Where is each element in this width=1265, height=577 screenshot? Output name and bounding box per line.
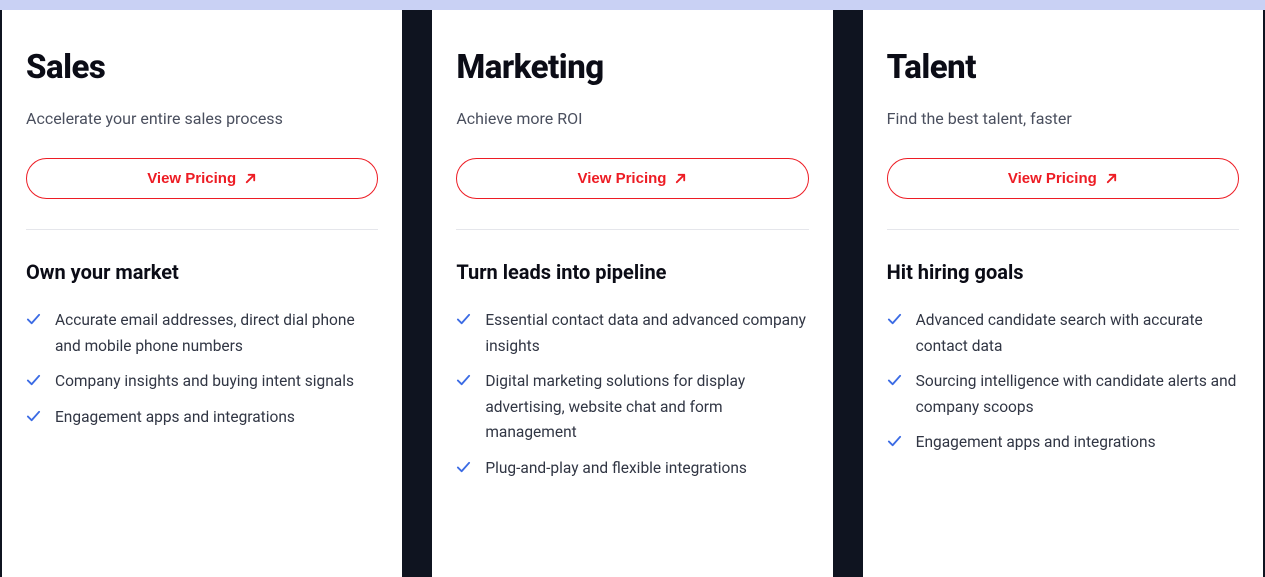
arrow-up-right-icon: [244, 172, 257, 185]
check-icon: [26, 373, 41, 388]
feature-text: Company insights and buying intent signa…: [55, 369, 354, 395]
list-item: Engagement apps and integrations: [887, 430, 1239, 456]
check-icon: [26, 409, 41, 424]
cards-row: Sales Accelerate your entire sales proce…: [0, 10, 1265, 577]
feature-text: Sourcing intelligence with candidate ale…: [916, 369, 1239, 420]
card-sales: Sales Accelerate your entire sales proce…: [2, 10, 402, 577]
arrow-up-right-icon: [1105, 172, 1118, 185]
feature-text: Engagement apps and integrations: [916, 430, 1156, 456]
list-item: Digital marketing solutions for display …: [456, 369, 808, 446]
list-item: Plug-and-play and flexible integrations: [456, 456, 808, 482]
arrow-up-right-icon: [674, 172, 687, 185]
check-icon: [456, 460, 471, 475]
card-marketing: Marketing Achieve more ROI View Pricing …: [432, 10, 832, 577]
list-item: Company insights and buying intent signa…: [26, 369, 378, 395]
feature-text: Advanced candidate search with accurate …: [916, 308, 1239, 359]
section-title: Turn leads into pipeline: [456, 260, 808, 284]
list-item: Accurate email addresses, direct dial ph…: [26, 308, 378, 359]
list-item: Advanced candidate search with accurate …: [887, 308, 1239, 359]
list-item: Essential contact data and advanced comp…: [456, 308, 808, 359]
section-title: Own your market: [26, 260, 378, 284]
features-list: Accurate email addresses, direct dial ph…: [26, 308, 378, 430]
card-subtitle: Find the best talent, faster: [887, 109, 1239, 128]
section-title: Hit hiring goals: [887, 260, 1239, 284]
card-subtitle: Achieve more ROI: [456, 109, 808, 128]
check-icon: [887, 373, 902, 388]
feature-text: Plug-and-play and flexible integrations: [485, 456, 747, 482]
check-icon: [456, 312, 471, 327]
button-label: View Pricing: [1008, 170, 1097, 187]
divider: [26, 229, 378, 230]
view-pricing-button[interactable]: View Pricing: [26, 158, 378, 199]
feature-text: Digital marketing solutions for display …: [485, 369, 808, 446]
check-icon: [26, 312, 41, 327]
check-icon: [887, 312, 902, 327]
card-title: Talent: [887, 48, 1239, 87]
card-talent: Talent Find the best talent, faster View…: [863, 10, 1263, 577]
divider: [456, 229, 808, 230]
top-band: [0, 0, 1265, 10]
feature-text: Essential contact data and advanced comp…: [485, 308, 808, 359]
feature-text: Engagement apps and integrations: [55, 405, 295, 431]
check-icon: [456, 373, 471, 388]
check-icon: [887, 434, 902, 449]
card-subtitle: Accelerate your entire sales process: [26, 109, 378, 128]
view-pricing-button[interactable]: View Pricing: [887, 158, 1239, 199]
features-list: Essential contact data and advanced comp…: [456, 308, 808, 481]
divider: [887, 229, 1239, 230]
list-item: Sourcing intelligence with candidate ale…: [887, 369, 1239, 420]
card-title: Sales: [26, 48, 378, 87]
features-list: Advanced candidate search with accurate …: [887, 308, 1239, 456]
list-item: Engagement apps and integrations: [26, 405, 378, 431]
button-label: View Pricing: [147, 170, 236, 187]
button-label: View Pricing: [578, 170, 667, 187]
feature-text: Accurate email addresses, direct dial ph…: [55, 308, 378, 359]
view-pricing-button[interactable]: View Pricing: [456, 158, 808, 199]
card-title: Marketing: [456, 48, 808, 87]
